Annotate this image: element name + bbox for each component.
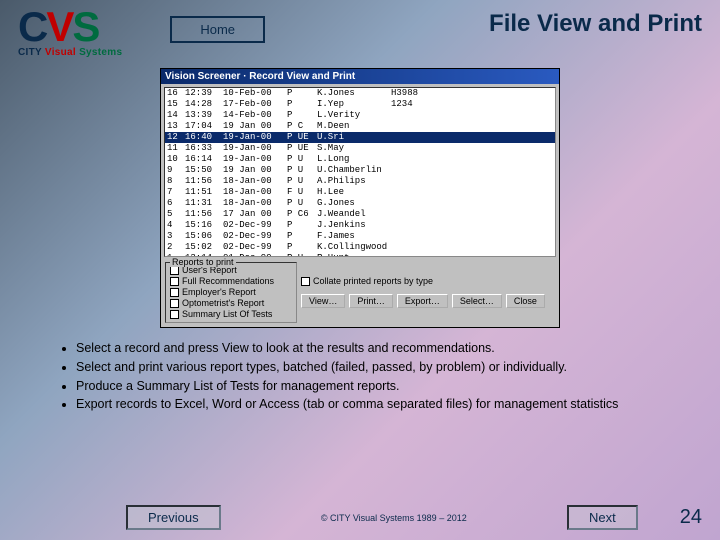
table-row[interactable]: 915:5019 Jan 00P UU.Chamberlin bbox=[165, 165, 555, 176]
previous-button[interactable]: Previous bbox=[126, 505, 221, 530]
checkbox-icon bbox=[170, 299, 179, 308]
checkbox-icon bbox=[170, 310, 179, 319]
select-button[interactable]: Select… bbox=[452, 294, 502, 308]
list-item: Select a record and press View to look a… bbox=[76, 340, 686, 357]
report-option[interactable]: Summary List Of Tests bbox=[170, 309, 292, 320]
logo-letter-c: C bbox=[18, 3, 46, 50]
list-item: Export records to Excel, Word or Access … bbox=[76, 396, 686, 413]
record-list[interactable]: 1612:3910-Feb-00PK.JonesH39881514:2817-F… bbox=[164, 87, 556, 257]
table-row[interactable]: 611:3118-Jan-00P UG.Jones bbox=[165, 198, 555, 209]
table-row[interactable]: 1317:0419 Jan 00P CM.Deen bbox=[165, 121, 555, 132]
logo-letter-s: S bbox=[72, 3, 98, 50]
checkbox-icon bbox=[170, 277, 179, 286]
next-button[interactable]: Next bbox=[567, 505, 638, 530]
window-titlebar: Vision Screener · Record View and Print bbox=[161, 69, 559, 84]
table-row[interactable]: 1116:3319-Jan-00P UES.May bbox=[165, 143, 555, 154]
list-item: Produce a Summary List of Tests for mana… bbox=[76, 378, 686, 395]
table-row[interactable]: 811:5618-Jan-00P UA.Philips bbox=[165, 176, 555, 187]
page-number: 24 bbox=[680, 506, 702, 529]
logo-letter-v: V bbox=[46, 3, 72, 50]
logo-subtitle: CITY Visual Systems bbox=[18, 47, 122, 58]
table-row[interactable]: 511:5617 Jan 00P C6J.Weandel bbox=[165, 209, 555, 220]
table-row[interactable]: 711:5118-Jan-00F UH.Lee bbox=[165, 187, 555, 198]
close-button[interactable]: Close bbox=[506, 294, 545, 308]
view-button[interactable]: View… bbox=[301, 294, 345, 308]
home-button[interactable]: Home bbox=[170, 16, 265, 43]
table-row[interactable]: 415:1602-Dec-99PJ.Jenkins bbox=[165, 220, 555, 231]
table-row[interactable]: 215:0202-Dec-99PK.Collingwood bbox=[165, 242, 555, 253]
reports-legend: Reports to print bbox=[170, 257, 236, 267]
table-row[interactable]: 1413:3914-Feb-00PL.Verity bbox=[165, 110, 555, 121]
checkbox-icon bbox=[301, 277, 310, 286]
print-button[interactable]: Print… bbox=[349, 294, 393, 308]
collate-label: Collate printed reports by type bbox=[313, 276, 433, 286]
table-row[interactable]: 1216:4019-Jan-00P UEU.Sri bbox=[165, 132, 555, 143]
list-item: Select and print various report types, b… bbox=[76, 359, 686, 376]
app-window: Vision Screener · Record View and Print … bbox=[160, 68, 560, 328]
report-option[interactable]: Full Recommendations bbox=[170, 276, 292, 287]
table-row[interactable]: 1612:3910-Feb-00PK.JonesH3988 bbox=[165, 88, 555, 99]
collate-checkbox[interactable]: Collate printed reports by type bbox=[301, 276, 433, 286]
report-option[interactable]: Employer's Report bbox=[170, 287, 292, 298]
logo-mark: CVS bbox=[18, 8, 98, 46]
copyright: © CITY Visual Systems 1989 – 2012 bbox=[221, 513, 567, 523]
table-row[interactable]: 1514:2817-Feb-00PI.Yep1234 bbox=[165, 99, 555, 110]
logo: CVS CITY Visual Systems bbox=[18, 8, 122, 58]
reports-panel: Reports to print User's ReportFull Recom… bbox=[165, 262, 297, 323]
table-row[interactable]: 1016:1419-Jan-00P UL.Long bbox=[165, 154, 555, 165]
table-row[interactable]: 315:0602-Dec-99PF.James bbox=[165, 231, 555, 242]
page-title: File View and Print bbox=[489, 10, 702, 38]
export-button[interactable]: Export… bbox=[397, 294, 448, 308]
feature-bullets: Select a record and press View to look a… bbox=[76, 340, 686, 414]
checkbox-icon bbox=[170, 288, 179, 297]
report-option[interactable]: Optometrist's Report bbox=[170, 298, 292, 309]
checkbox-icon bbox=[170, 266, 179, 275]
